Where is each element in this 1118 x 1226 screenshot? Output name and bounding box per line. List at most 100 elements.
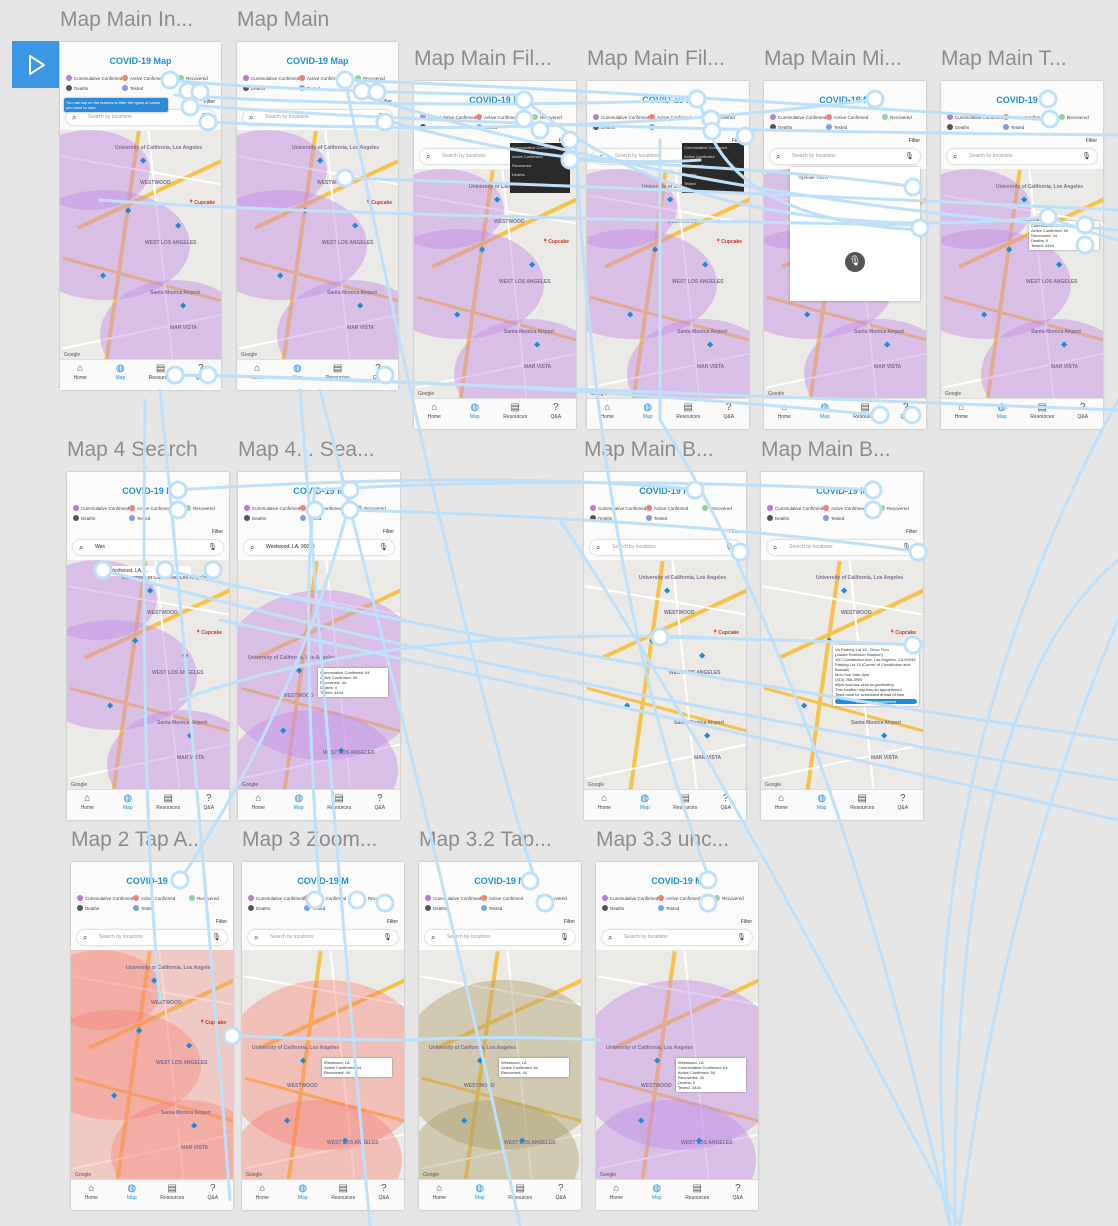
nav-tab-map[interactable]: ◍ Map [277,363,317,381]
info-popup[interactable]: Cummulative Confirmed: 64 Active Confirm… [318,668,388,697]
legend-chip-tested[interactable]: Tested [658,905,679,911]
legend-chip-active-confirmed[interactable]: Active Confirmed [476,114,518,120]
map-view[interactable]: University of California, Los Angeles WES… [584,560,746,790]
legend-chip-active-confirmed[interactable]: Active Confirmed [481,895,523,901]
testing-site-pin[interactable]: ⬥ [100,270,106,281]
artboard-label[interactable]: Map Main In... [60,8,193,32]
search-input[interactable]: ⌕ Search by locations 🎙 [66,110,215,125]
testing-site-pin[interactable]: ⬥ [300,1055,306,1066]
nav-tab-qa[interactable]: ? Q&A [536,402,577,420]
testing-site-pin[interactable]: ⬥ [182,650,188,661]
artboard[interactable]: Map Main Mi... COVID-19 M Cummulative Conf… [764,47,927,429]
legend-chip-cummulative-confirmed[interactable]: Cummulative Confirmed [590,505,646,511]
legend-chip-recovered[interactable]: Recovered [356,505,386,511]
testing-site-pin[interactable]: ⬥ [699,650,705,661]
artboard-label[interactable]: Map 3.2 Tap... [419,828,552,852]
testing-site-pin[interactable]: ⬥ [841,585,847,596]
testing-site-pin[interactable]: ⬥ [884,339,890,350]
filter-button[interactable]: Filter [729,529,740,535]
artboard-label[interactable]: Map 3.3 unc... [596,828,729,852]
nav-tab-resources[interactable]: ▤ Resources [148,793,189,811]
legend-chip-active-confirmed[interactable]: Active Confirmed [1003,114,1045,120]
nav-tab-map[interactable]: ◍ Map [100,363,140,381]
nav-tab-qa[interactable]: ? Q&A [709,402,750,420]
testing-site-pin[interactable]: ⬥ [191,1120,197,1131]
artboard[interactable]: Map 3.2 Tap... COVID-19 M Cummulative Conf… [419,828,581,1210]
legend-chip-deaths[interactable]: Deaths [590,515,612,521]
nav-tab-home[interactable]: ⌂ Home [584,793,625,811]
legend-chip-recovered[interactable]: Recovered [702,505,732,511]
legend-chip-recovered[interactable]: Recovered [185,505,215,511]
legend-chip-tested[interactable]: Tested [646,515,667,521]
nav-tab-qa[interactable]: ? Q&A [886,402,927,420]
cupcake-marker[interactable]: 📍Cupcake [188,200,215,206]
artboard-label[interactable]: Map Main B... [761,438,891,462]
map-view[interactable]: University of California, Los Angeles WES… [71,950,233,1180]
testing-site-pin[interactable]: ⬥ [317,155,323,166]
legend-chip-deaths[interactable]: Deaths [73,515,95,521]
legend-chip-recovered[interactable]: Recovered [189,895,219,901]
nav-tab-home[interactable]: ⌂ Home [761,793,802,811]
nav-tab-map[interactable]: ◍ Map [982,402,1023,420]
legend-chip-deaths[interactable]: Deaths [425,905,447,911]
microphone-icon[interactable]: 🎙 [560,930,569,945]
microphone-icon[interactable]: 🎙 [737,930,746,945]
testing-site-pin[interactable]: ⬥ [696,1135,702,1146]
nav-tab-resources[interactable]: ▤ Resources [1022,402,1063,420]
legend-chip-active-confirmed[interactable]: Active Confirmed [826,114,868,120]
search-input[interactable]: ⌕ Search by locations 🎙 [602,930,752,945]
artboard[interactable]: Map 4 Search COVID-19 M Cummulative Confir… [67,438,229,820]
nav-tab-home[interactable]: ⌂ Home [764,402,805,420]
dropdown-option[interactable]: Tested [510,179,570,188]
info-popup[interactable]: VA Parking Lot 15 - Drive Thru (Jackie R… [833,645,919,706]
artboard[interactable]: Map 4... Sea... COVID-19 M Cummulative Con… [238,438,400,820]
nav-tab-qa[interactable]: ? Q&A [364,1183,405,1201]
nav-tab-qa[interactable]: ? Q&A [193,1183,234,1201]
cupcake-marker[interactable]: 📍Cupcake [365,200,392,206]
testing-site-pin[interactable]: ⬥ [338,745,344,756]
artboard[interactable]: Map 2 Tap A... COVID-19 M Cummulative Conf… [71,828,234,1210]
nav-tab-map[interactable]: ◍ Map [108,793,149,811]
legend-chip-tested[interactable]: Tested [133,905,154,911]
nav-tab-resources[interactable]: ▤ Resources [665,793,706,811]
cupcake-marker[interactable]: 📍Cupcake [195,630,222,636]
artboard[interactable]: Map 3.3 unc... COVID-19 M Cummulative Conf… [596,828,758,1210]
nav-tab-home[interactable]: ⌂ Home [242,1183,283,1201]
dropdown-option[interactable]: Deaths [510,170,570,179]
testing-site-pin[interactable]: ⬥ [187,730,193,741]
filter-button[interactable]: Filter [204,99,215,105]
testing-site-pin[interactable]: ⬥ [461,1115,467,1126]
filter-button[interactable]: Filter [387,919,398,925]
legend-chip-tested[interactable]: Tested [823,515,844,521]
map-view[interactable]: University of California, Los Angeles WES… [941,169,1103,399]
nav-tab-resources[interactable]: ▤ Resources [323,1183,364,1201]
nav-tab-map[interactable]: ◍ Map [625,793,666,811]
legend-chip-tested[interactable]: Tested [476,124,497,130]
dropdown-option[interactable]: Tested [682,179,744,188]
testing-site-pin[interactable]: ⬥ [519,1135,525,1146]
legend-chip-tested[interactable]: Tested [481,905,502,911]
testing-site-pin[interactable]: ⬥ [624,700,630,711]
dropdown-option[interactable]: Cummulative Confirmed [682,143,744,152]
nav-tab-map[interactable]: ◍ Map [112,1183,153,1201]
artboard[interactable]: Map Main Fil... COVID-19 M Cummulative Con… [587,47,750,429]
legend-chip-recovered[interactable]: Recovered [1059,114,1089,120]
nav-tab-home[interactable]: ⌂ Home [237,363,277,381]
search-suggestion[interactable]: Westwood, LA, ... [107,566,191,576]
nav-tab-home[interactable]: ⌂ Home [71,1183,112,1201]
map-view[interactable]: University of California, Los Angeles WES… [60,130,221,360]
legend-chip-active-confirmed[interactable]: Active Confirmed [133,895,175,901]
search-input[interactable]: ⌕ Search by locations 🎙 [767,540,917,555]
filter-button[interactable]: Filter [906,529,917,535]
artboard-label[interactable]: Map 2 Tap A... [71,828,205,852]
legend-chip-cummulative-confirmed[interactable]: Cummulative Confirmed [243,75,299,81]
artboard[interactable]: Map Main B... COVID-19 M Cummulative Confi… [584,438,746,820]
legend-chip-active-confirmed[interactable]: Active Confirmed [658,895,700,901]
nav-tab-map[interactable]: ◍ Map [805,402,846,420]
testing-site-pin[interactable]: ⬥ [826,635,832,646]
legend-chip-cummulative-confirmed[interactable]: Cummulative Confirmed [947,114,1003,120]
legend-chip-recovered[interactable]: Recovered [178,75,208,81]
cupcake-marker[interactable]: 📍Cupcake [199,1020,226,1026]
artboard-label[interactable]: Map 4 Search [67,438,198,462]
info-popup[interactable]: Cummulative Confirmed: 64 Active Confirm… [1029,221,1099,250]
